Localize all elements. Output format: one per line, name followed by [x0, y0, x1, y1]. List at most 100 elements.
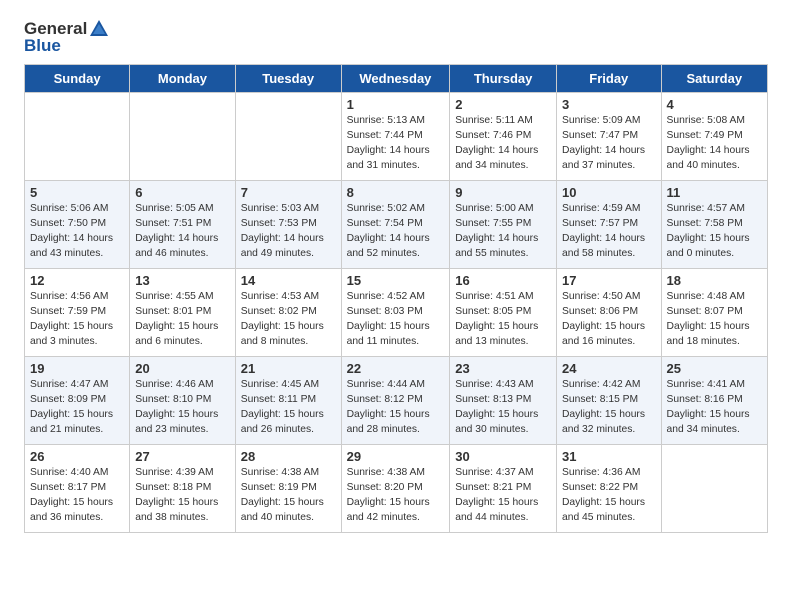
- day-info: Sunrise: 4:52 AMSunset: 8:03 PMDaylight:…: [347, 290, 445, 350]
- day-info: Sunrise: 4:56 AMSunset: 7:59 PMDaylight:…: [30, 290, 124, 350]
- calendar-week-row: 26Sunrise: 4:40 AMSunset: 8:17 PMDayligh…: [25, 445, 768, 533]
- day-cell: 1Sunrise: 5:13 AMSunset: 7:44 PMDaylight…: [341, 93, 450, 181]
- day-number: 10: [562, 185, 656, 200]
- day-info: Sunrise: 4:51 AMSunset: 8:05 PMDaylight:…: [455, 290, 551, 350]
- empty-day-cell: [661, 445, 767, 533]
- day-cell: 5 Sunrise: 5:06 AMSunset: 7:50 PMDaylight…: [25, 181, 130, 269]
- empty-day-cell: [25, 93, 130, 181]
- day-cell: 21Sunrise: 4:45 AMSunset: 8:11 PMDayligh…: [235, 357, 341, 445]
- day-info: Sunrise: 4:50 AMSunset: 8:06 PMDaylight:…: [562, 290, 656, 350]
- day-info: Sunrise: 5:02 AMSunset: 7:54 PMDaylight:…: [347, 202, 445, 262]
- day-number: 2: [455, 97, 551, 112]
- day-info: Sunrise: 4:45 AMSunset: 8:11 PMDaylight:…: [241, 378, 336, 438]
- day-info: Sunrise: 4:37 AMSunset: 8:21 PMDaylight:…: [455, 466, 551, 526]
- day-info: Sunrise: 5:09 AMSunset: 7:47 PMDaylight:…: [562, 114, 656, 174]
- day-info: Sunrise: 4:46 AMSunset: 8:10 PMDaylight:…: [135, 378, 230, 438]
- day-cell: 9 Sunrise: 5:00 AMSunset: 7:55 PMDaylight…: [450, 181, 557, 269]
- day-number: 14: [241, 273, 336, 288]
- day-cell: 14 Sunrise: 4:53 AMSunset: 8:02 PMDayligh…: [235, 269, 341, 357]
- day-cell: 18 Sunrise: 4:48 AMSunset: 8:07 PMDayligh…: [661, 269, 767, 357]
- calendar-table: Sunday Monday Tuesday Wednesday Thursday…: [24, 64, 768, 533]
- day-info: Sunrise: 4:53 AMSunset: 8:02 PMDaylight:…: [241, 290, 336, 350]
- day-number: 9: [455, 185, 551, 200]
- day-cell: 25Sunrise: 4:41 AMSunset: 8:16 PMDayligh…: [661, 357, 767, 445]
- day-cell: 26Sunrise: 4:40 AMSunset: 8:17 PMDayligh…: [25, 445, 130, 533]
- calendar-week-row: 1Sunrise: 5:13 AMSunset: 7:44 PMDaylight…: [25, 93, 768, 181]
- page-header: General Blue: [0, 0, 792, 64]
- calendar-week-row: 12 Sunrise: 4:56 AMSunset: 7:59 PMDayligh…: [25, 269, 768, 357]
- day-info: Sunrise: 4:38 AMSunset: 8:20 PMDaylight:…: [347, 466, 445, 526]
- day-number: 17: [562, 273, 656, 288]
- day-number: 1: [347, 97, 445, 112]
- day-number: 12: [30, 273, 124, 288]
- day-cell: 8 Sunrise: 5:02 AMSunset: 7:54 PMDaylight…: [341, 181, 450, 269]
- day-cell: 10 Sunrise: 4:59 AMSunset: 7:57 PMDayligh…: [557, 181, 662, 269]
- day-number: 18: [667, 273, 762, 288]
- day-info: Sunrise: 4:36 AMSunset: 8:22 PMDaylight:…: [562, 466, 656, 526]
- day-number: 24: [562, 361, 656, 376]
- logo-icon: [88, 18, 110, 40]
- header-thursday: Thursday: [450, 65, 557, 93]
- day-info: Sunrise: 4:59 AMSunset: 7:57 PMDaylight:…: [562, 202, 656, 262]
- day-info: Sunrise: 5:11 AMSunset: 7:46 PMDaylight:…: [455, 114, 551, 174]
- day-cell: 6 Sunrise: 5:05 AMSunset: 7:51 PMDaylight…: [130, 181, 236, 269]
- day-info: Sunrise: 4:48 AMSunset: 8:07 PMDaylight:…: [667, 290, 762, 350]
- day-cell: 4 Sunrise: 5:08 AMSunset: 7:49 PMDaylight…: [661, 93, 767, 181]
- day-number: 5: [30, 185, 124, 200]
- day-number: 20: [135, 361, 230, 376]
- day-info: Sunrise: 4:57 AMSunset: 7:58 PMDaylight:…: [667, 202, 762, 262]
- day-cell: 30 Sunrise: 4:37 AMSunset: 8:21 PMDayligh…: [450, 445, 557, 533]
- header-tuesday: Tuesday: [235, 65, 341, 93]
- day-cell: 20 Sunrise: 4:46 AMSunset: 8:10 PMDayligh…: [130, 357, 236, 445]
- day-info: Sunrise: 4:38 AMSunset: 8:19 PMDaylight:…: [241, 466, 336, 526]
- header-saturday: Saturday: [661, 65, 767, 93]
- day-number: 29: [347, 449, 445, 464]
- day-cell: 3 Sunrise: 5:09 AMSunset: 7:47 PMDaylight…: [557, 93, 662, 181]
- day-info: Sunrise: 4:43 AMSunset: 8:13 PMDaylight:…: [455, 378, 551, 438]
- day-info: Sunrise: 4:41 AMSunset: 8:16 PMDaylight:…: [667, 378, 762, 438]
- day-cell: 15Sunrise: 4:52 AMSunset: 8:03 PMDayligh…: [341, 269, 450, 357]
- day-number: 7: [241, 185, 336, 200]
- day-cell: 2 Sunrise: 5:11 AMSunset: 7:46 PMDaylight…: [450, 93, 557, 181]
- day-cell: 7 Sunrise: 5:03 AMSunset: 7:53 PMDaylight…: [235, 181, 341, 269]
- header-wednesday: Wednesday: [341, 65, 450, 93]
- day-number: 28: [241, 449, 336, 464]
- empty-day-cell: [235, 93, 341, 181]
- day-number: 22: [347, 361, 445, 376]
- day-number: 6: [135, 185, 230, 200]
- empty-day-cell: [130, 93, 236, 181]
- day-cell: 24Sunrise: 4:42 AMSunset: 8:15 PMDayligh…: [557, 357, 662, 445]
- day-number: 30: [455, 449, 551, 464]
- header-row: Sunday Monday Tuesday Wednesday Thursday…: [25, 65, 768, 93]
- day-cell: 22 Sunrise: 4:44 AMSunset: 8:12 PMDayligh…: [341, 357, 450, 445]
- day-cell: 13Sunrise: 4:55 AMSunset: 8:01 PMDayligh…: [130, 269, 236, 357]
- day-cell: 28 Sunrise: 4:38 AMSunset: 8:19 PMDayligh…: [235, 445, 341, 533]
- day-cell: 16Sunrise: 4:51 AMSunset: 8:05 PMDayligh…: [450, 269, 557, 357]
- day-cell: 17 Sunrise: 4:50 AMSunset: 8:06 PMDayligh…: [557, 269, 662, 357]
- day-info: Sunrise: 4:44 AMSunset: 8:12 PMDaylight:…: [347, 378, 445, 438]
- day-info: Sunrise: 5:05 AMSunset: 7:51 PMDaylight:…: [135, 202, 230, 262]
- day-number: 11: [667, 185, 762, 200]
- day-number: 23: [455, 361, 551, 376]
- day-number: 19: [30, 361, 124, 376]
- day-info: Sunrise: 4:47 AMSunset: 8:09 PMDaylight:…: [30, 378, 124, 438]
- day-info: Sunrise: 5:06 AMSunset: 7:50 PMDaylight:…: [30, 202, 124, 262]
- day-info: Sunrise: 5:08 AMSunset: 7:49 PMDaylight:…: [667, 114, 762, 174]
- calendar-week-row: 5 Sunrise: 5:06 AMSunset: 7:50 PMDaylight…: [25, 181, 768, 269]
- day-info: Sunrise: 5:00 AMSunset: 7:55 PMDaylight:…: [455, 202, 551, 262]
- calendar-week-row: 19 Sunrise: 4:47 AMSunset: 8:09 PMDayligh…: [25, 357, 768, 445]
- day-info: Sunrise: 5:03 AMSunset: 7:53 PMDaylight:…: [241, 202, 336, 262]
- day-cell: 11 Sunrise: 4:57 AMSunset: 7:58 PMDayligh…: [661, 181, 767, 269]
- day-number: 8: [347, 185, 445, 200]
- day-number: 4: [667, 97, 762, 112]
- header-sunday: Sunday: [25, 65, 130, 93]
- day-cell: 19 Sunrise: 4:47 AMSunset: 8:09 PMDayligh…: [25, 357, 130, 445]
- day-cell: 31 Sunrise: 4:36 AMSunset: 8:22 PMDayligh…: [557, 445, 662, 533]
- day-number: 31: [562, 449, 656, 464]
- day-number: 3: [562, 97, 656, 112]
- day-info: Sunrise: 4:39 AMSunset: 8:18 PMDaylight:…: [135, 466, 230, 526]
- day-cell: 27 Sunrise: 4:39 AMSunset: 8:18 PMDayligh…: [130, 445, 236, 533]
- day-number: 27: [135, 449, 230, 464]
- calendar-container: Sunday Monday Tuesday Wednesday Thursday…: [0, 64, 792, 545]
- day-number: 26: [30, 449, 124, 464]
